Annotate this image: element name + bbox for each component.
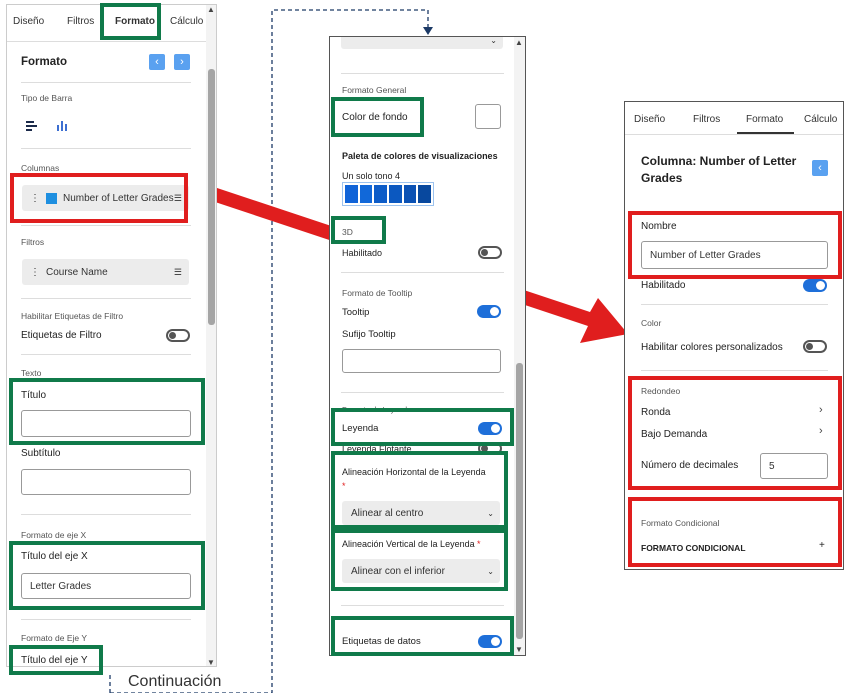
highlight-etiquetas-datos	[331, 616, 514, 656]
subtitulo-label: Subtítulo	[21, 448, 61, 459]
swatch	[418, 185, 432, 203]
scroll-down-icon[interactable]: ▼	[207, 658, 215, 666]
color-fondo-swatch[interactable]	[475, 104, 501, 129]
highlight-redondeo	[628, 376, 842, 490]
highlight-titulo	[9, 378, 205, 445]
un-solo-tono-label: Un solo tono 4	[342, 171, 401, 181]
highlight-color-fondo	[331, 97, 424, 137]
tab-formato[interactable]: Formato	[746, 114, 783, 125]
column-title: Columna: Number of Letter Grades	[641, 154, 797, 185]
divider	[21, 619, 191, 620]
highlight-alin-h	[331, 451, 508, 529]
divider	[341, 392, 504, 393]
highlight-alin-v	[331, 529, 508, 591]
settings-sliders-icon[interactable]: ☰	[174, 267, 182, 278]
section-formato-general: Formato General	[342, 85, 407, 95]
divider	[21, 225, 191, 226]
swatch	[345, 185, 358, 203]
horizontal-bar-icon[interactable]	[26, 121, 38, 131]
sufijo-tooltip-input[interactable]	[342, 349, 501, 373]
subtitulo-input[interactable]	[21, 469, 191, 495]
etiquetas-filtro-label: Etiquetas de Filtro	[21, 330, 102, 341]
divider	[641, 304, 828, 305]
habilitado-3d-label: Habilitado	[342, 248, 383, 258]
filter-item[interactable]: ⋮ Course Name ☰	[22, 259, 189, 285]
tab-divider	[625, 134, 843, 135]
etiquetas-filtro-toggle[interactable]	[166, 329, 190, 342]
drag-handle-icon[interactable]: ⋮	[30, 267, 40, 278]
tab-divider	[7, 41, 207, 42]
tab-diseno[interactable]: Diseño	[13, 16, 44, 27]
top-select[interactable]: ⌄	[341, 36, 503, 49]
divider	[21, 514, 191, 515]
divider	[341, 605, 504, 606]
section-formato-tooltip: Formato de Tooltip	[342, 288, 413, 298]
section-habilitar-etiquetas: Habilitar Etiquetas de Filtro	[21, 311, 124, 321]
next-button[interactable]: ›	[174, 54, 190, 70]
highlight-nombre	[628, 211, 842, 279]
page-title: Formato	[21, 56, 67, 68]
swatch	[359, 185, 373, 203]
highlight-column-item	[10, 173, 188, 223]
highlight-titulo-eje-x	[9, 541, 205, 610]
chevron-down-icon: ⌄	[490, 36, 497, 45]
highlight-tab-formato	[100, 3, 161, 40]
swatch	[389, 185, 402, 203]
continuation-label: Continuación	[128, 673, 222, 690]
sufijo-tooltip-label: Sufijo Tooltip	[342, 329, 396, 340]
highlight-formato-condicional	[628, 497, 842, 567]
scrollbar-thumb[interactable]	[208, 69, 215, 325]
back-button[interactable]: ‹	[812, 160, 828, 176]
tab-diseno[interactable]: Diseño	[634, 114, 665, 125]
tooltip-toggle[interactable]	[477, 305, 501, 318]
tab-filtros[interactable]: Filtros	[693, 114, 720, 125]
section-filtros: Filtros	[21, 237, 45, 247]
habilitado-toggle[interactable]	[803, 279, 827, 292]
swatch	[403, 185, 417, 203]
divider	[21, 298, 191, 299]
section-tipo-barra: Tipo de Barra	[21, 93, 73, 103]
section-formato-eje-y: Formato de Eje Y	[21, 633, 87, 643]
scroll-up-icon[interactable]: ▲	[515, 38, 523, 47]
filter-item-label: Course Name	[46, 266, 108, 278]
section-texto: Texto	[21, 368, 42, 378]
divider	[21, 148, 191, 149]
tooltip-label: Tooltip	[342, 307, 370, 318]
divider	[641, 370, 828, 371]
tab-filtros[interactable]: Filtros	[67, 16, 94, 27]
palette-swatches[interactable]	[342, 182, 434, 206]
divider	[21, 354, 191, 355]
paleta-label: Paleta de colores de visualizaciones	[342, 151, 498, 161]
section-color: Color	[641, 318, 662, 328]
swatch	[374, 185, 388, 203]
divider	[341, 73, 504, 74]
habilitado-3d-toggle[interactable]	[478, 246, 502, 259]
scroll-up-icon[interactable]: ▲	[207, 5, 215, 14]
colores-personalizados-toggle[interactable]	[803, 340, 827, 353]
tab-calculo[interactable]: Cálculo	[804, 114, 837, 125]
divider	[341, 272, 504, 273]
divider	[21, 82, 191, 83]
highlight-titulo-eje-y	[9, 645, 103, 675]
vertical-bar-icon[interactable]	[57, 121, 69, 131]
scrollbar-thumb[interactable]	[516, 363, 523, 639]
section-columnas: Columnas	[21, 163, 60, 173]
tab-calculo[interactable]: Cálculo	[170, 16, 203, 27]
habilitado-label: Habilitado	[641, 280, 686, 291]
highlight-leyenda	[331, 408, 514, 446]
section-formato-eje-x: Formato de eje X	[21, 530, 87, 540]
colores-personalizados-label: Habilitar colores personalizados	[641, 342, 783, 353]
prev-button[interactable]: ‹	[149, 54, 165, 70]
scroll-down-icon[interactable]: ▼	[515, 645, 523, 654]
highlight-3d	[331, 216, 386, 244]
